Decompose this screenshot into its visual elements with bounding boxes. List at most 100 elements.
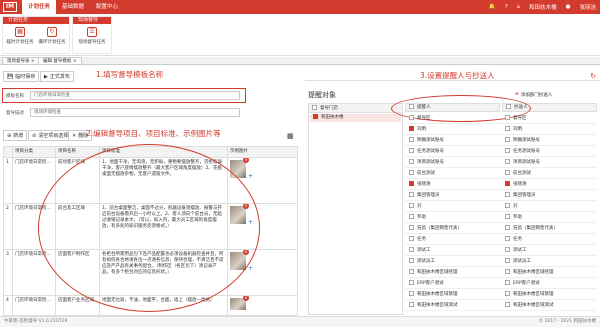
checkbox-icon[interactable] xyxy=(409,236,414,241)
remind-person[interactable]: ERP客户测试 xyxy=(405,278,501,288)
checkbox-icon[interactable] xyxy=(409,148,414,153)
nav-plan-tasks[interactable]: 计划任务 xyxy=(22,0,57,14)
nav-config-center[interactable]: 配置中心 xyxy=(90,0,124,14)
store-name[interactable]: 和田扶木楼 xyxy=(529,3,557,11)
checkbox-icon[interactable] xyxy=(505,247,510,252)
cc-person[interactable]: 测试员工 xyxy=(501,256,597,266)
checkbox-icon[interactable] xyxy=(505,192,510,197)
sample-image[interactable]: × xyxy=(230,296,249,310)
checkbox-icon[interactable] xyxy=(505,225,510,230)
checkbox-icon[interactable] xyxy=(409,280,414,285)
checkbox-icon[interactable] xyxy=(505,159,510,164)
remind-person[interactable]: 前台测试 xyxy=(405,168,501,178)
cc-person[interactable]: 集团管理员 xyxy=(501,190,597,200)
checkbox-icon[interactable] xyxy=(409,181,414,186)
cc-person[interactable]: 张晓清 xyxy=(501,179,597,189)
checkbox-icon[interactable] xyxy=(409,258,414,263)
checkbox-icon[interactable] xyxy=(409,192,414,197)
checkbox-icon[interactable] xyxy=(409,247,414,252)
remind-person[interactable]: 张晓清 xyxy=(405,179,501,189)
checkbox-icon[interactable] xyxy=(505,137,510,142)
remind-person[interactable]: 任务测试账号 xyxy=(405,146,501,156)
checkbox-icon[interactable] xyxy=(313,114,318,119)
add-button[interactable]: ⊕ 新增 xyxy=(3,130,28,141)
checkbox-icon[interactable] xyxy=(409,269,414,274)
add-image-icon[interactable]: + xyxy=(248,265,253,272)
checkbox-icon[interactable] xyxy=(409,302,414,307)
checkbox-icon[interactable] xyxy=(505,302,510,307)
checkbox-icon[interactable] xyxy=(505,148,510,153)
remark-input[interactable]: 现场环境检查 xyxy=(30,108,240,117)
cc-person[interactable]: 督导区 xyxy=(501,113,597,123)
checkbox-icon[interactable] xyxy=(505,280,510,285)
checkbox-icon[interactable] xyxy=(505,203,510,208)
clear-button[interactable]: ⊘ 清空项目选择 xyxy=(28,130,73,141)
add-cc-button[interactable]: ⊕ 添加部门抄送人 xyxy=(515,92,552,98)
cc-person[interactable]: 浩昌（集团销售代表） xyxy=(501,223,597,233)
checkbox-icon[interactable] xyxy=(505,258,510,263)
remind-person[interactable]: 刘 xyxy=(405,201,501,211)
cc-person[interactable]: 任务测试账号 xyxy=(501,146,597,156)
remind-person[interactable]: 任务 xyxy=(405,234,501,244)
cycle-task-button[interactable]: ↻ 循环计划任务 xyxy=(37,26,67,45)
row-category[interactable]: 门店环境日常检... xyxy=(12,295,56,316)
cc-person[interactable]: 和田扶木楼区域测试 xyxy=(501,300,597,310)
cc-person[interactable]: 和田扶木楼区域经理 xyxy=(501,267,597,277)
cc-person[interactable]: 项目测试账号 xyxy=(501,157,597,167)
checkbox-icon[interactable] xyxy=(505,291,510,296)
remind-person[interactable]: 测试员工 xyxy=(405,256,501,266)
cc-person[interactable]: 前台测试 xyxy=(501,168,597,178)
remind-person[interactable]: 和田扶木楼区域经理 xyxy=(405,267,501,277)
remind-person[interactable]: 刘明 xyxy=(405,124,501,134)
checkbox-icon[interactable] xyxy=(409,291,414,296)
checkbox-icon[interactable] xyxy=(505,126,510,131)
remind-person[interactable]: 明确测试账号 xyxy=(405,135,501,145)
remind-person[interactable]: 督导区 xyxy=(405,113,501,123)
cc-person[interactable]: 刘明 xyxy=(501,124,597,134)
cc-person[interactable]: ERP客户测试 xyxy=(501,278,597,288)
remind-person[interactable]: 测试工 xyxy=(405,245,501,255)
temp-task-button[interactable]: ▦ 临时计划任务 xyxy=(5,26,35,45)
checkbox-icon[interactable] xyxy=(505,214,510,219)
tab-edit-template[interactable]: 编辑 督导模板 × xyxy=(38,57,82,65)
org-item[interactable]: 和田扶木楼 xyxy=(310,114,401,122)
user-name[interactable]: 张丽洁 xyxy=(579,3,596,11)
bell-icon[interactable]: 🔔 xyxy=(489,4,496,10)
remind-person[interactable]: 项目测试账号 xyxy=(405,157,501,167)
cc-person[interactable]: 明确测试账号 xyxy=(501,135,597,145)
remind-person[interactable]: 和田扶木楼区域管理 xyxy=(405,289,501,299)
checkbox-icon[interactable] xyxy=(409,225,414,230)
cc-person[interactable]: 任务 xyxy=(501,234,597,244)
nav-basic-data[interactable]: 基础数据 xyxy=(56,0,90,14)
checkbox-icon[interactable] xyxy=(505,170,510,175)
checkbox-icon[interactable] xyxy=(505,115,510,120)
checkbox-icon[interactable] xyxy=(409,137,414,142)
cc-person[interactable]: 罗助 xyxy=(501,212,597,222)
checkbox-icon[interactable] xyxy=(505,269,510,274)
tab-supervise-list[interactable]: 现场督导表 × xyxy=(2,57,40,65)
supervise-task-button[interactable]: ☰ 现场督导任务 xyxy=(75,26,109,45)
cc-person[interactable]: 和田扶木楼区域管理 xyxy=(501,289,597,299)
remind-person[interactable]: 集团管理员 xyxy=(405,190,501,200)
checkbox-icon[interactable] xyxy=(409,203,414,208)
checkbox-icon[interactable] xyxy=(505,236,510,241)
checkbox-icon[interactable] xyxy=(409,214,414,219)
cc-person[interactable]: 刘 xyxy=(501,201,597,211)
remove-image-icon[interactable]: × xyxy=(243,158,249,163)
checkbox-icon[interactable] xyxy=(409,126,414,131)
checkbox-icon[interactable] xyxy=(312,105,317,110)
remind-person[interactable]: 罗助 xyxy=(405,212,501,222)
refresh-icon[interactable]: ↻ xyxy=(590,72,596,80)
checkbox-icon[interactable] xyxy=(409,115,414,120)
cc-person[interactable]: 测试工 xyxy=(501,245,597,255)
publish-button[interactable]: ▶ 正式发布 xyxy=(40,71,74,82)
remind-person[interactable]: 和田扶木楼区域测试 xyxy=(405,300,501,310)
remind-person[interactable]: 浩昌（集团销售代表） xyxy=(405,223,501,233)
add-image-icon[interactable]: + xyxy=(248,173,253,180)
checkbox-icon[interactable] xyxy=(409,159,414,164)
remove-image-icon[interactable]: × xyxy=(243,296,249,301)
temp-save-button[interactable]: 💾 临时保存 xyxy=(3,71,40,82)
checkbox-icon[interactable] xyxy=(505,181,510,186)
grid-icon[interactable]: ▦ xyxy=(287,132,294,140)
help-icon[interactable]: ? xyxy=(505,4,508,10)
